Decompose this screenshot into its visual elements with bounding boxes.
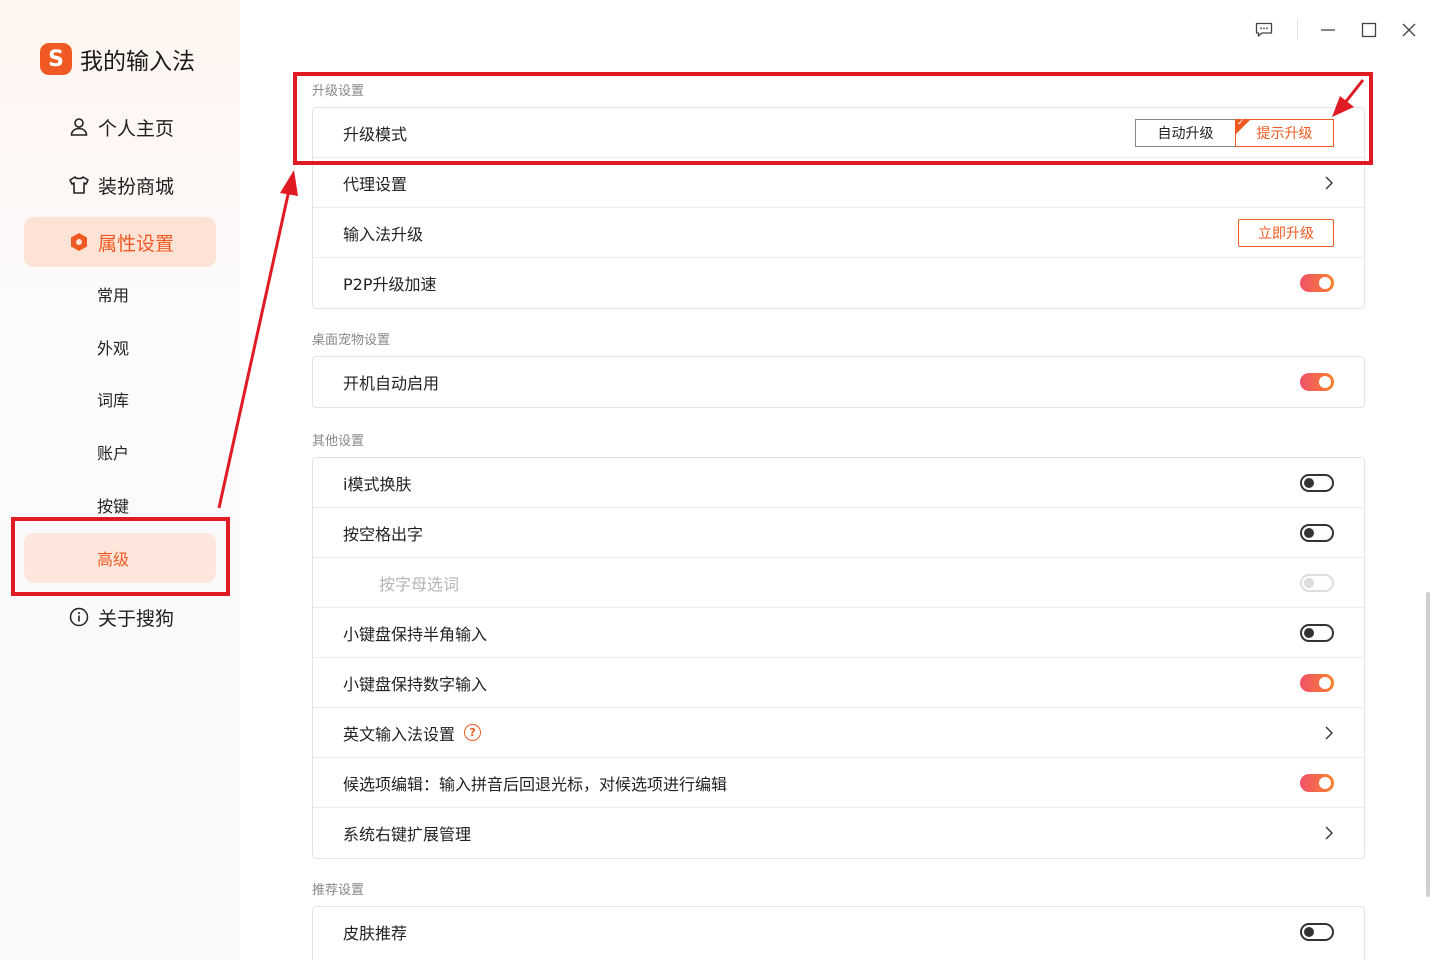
annotation-arrows: [217, 79, 1365, 509]
